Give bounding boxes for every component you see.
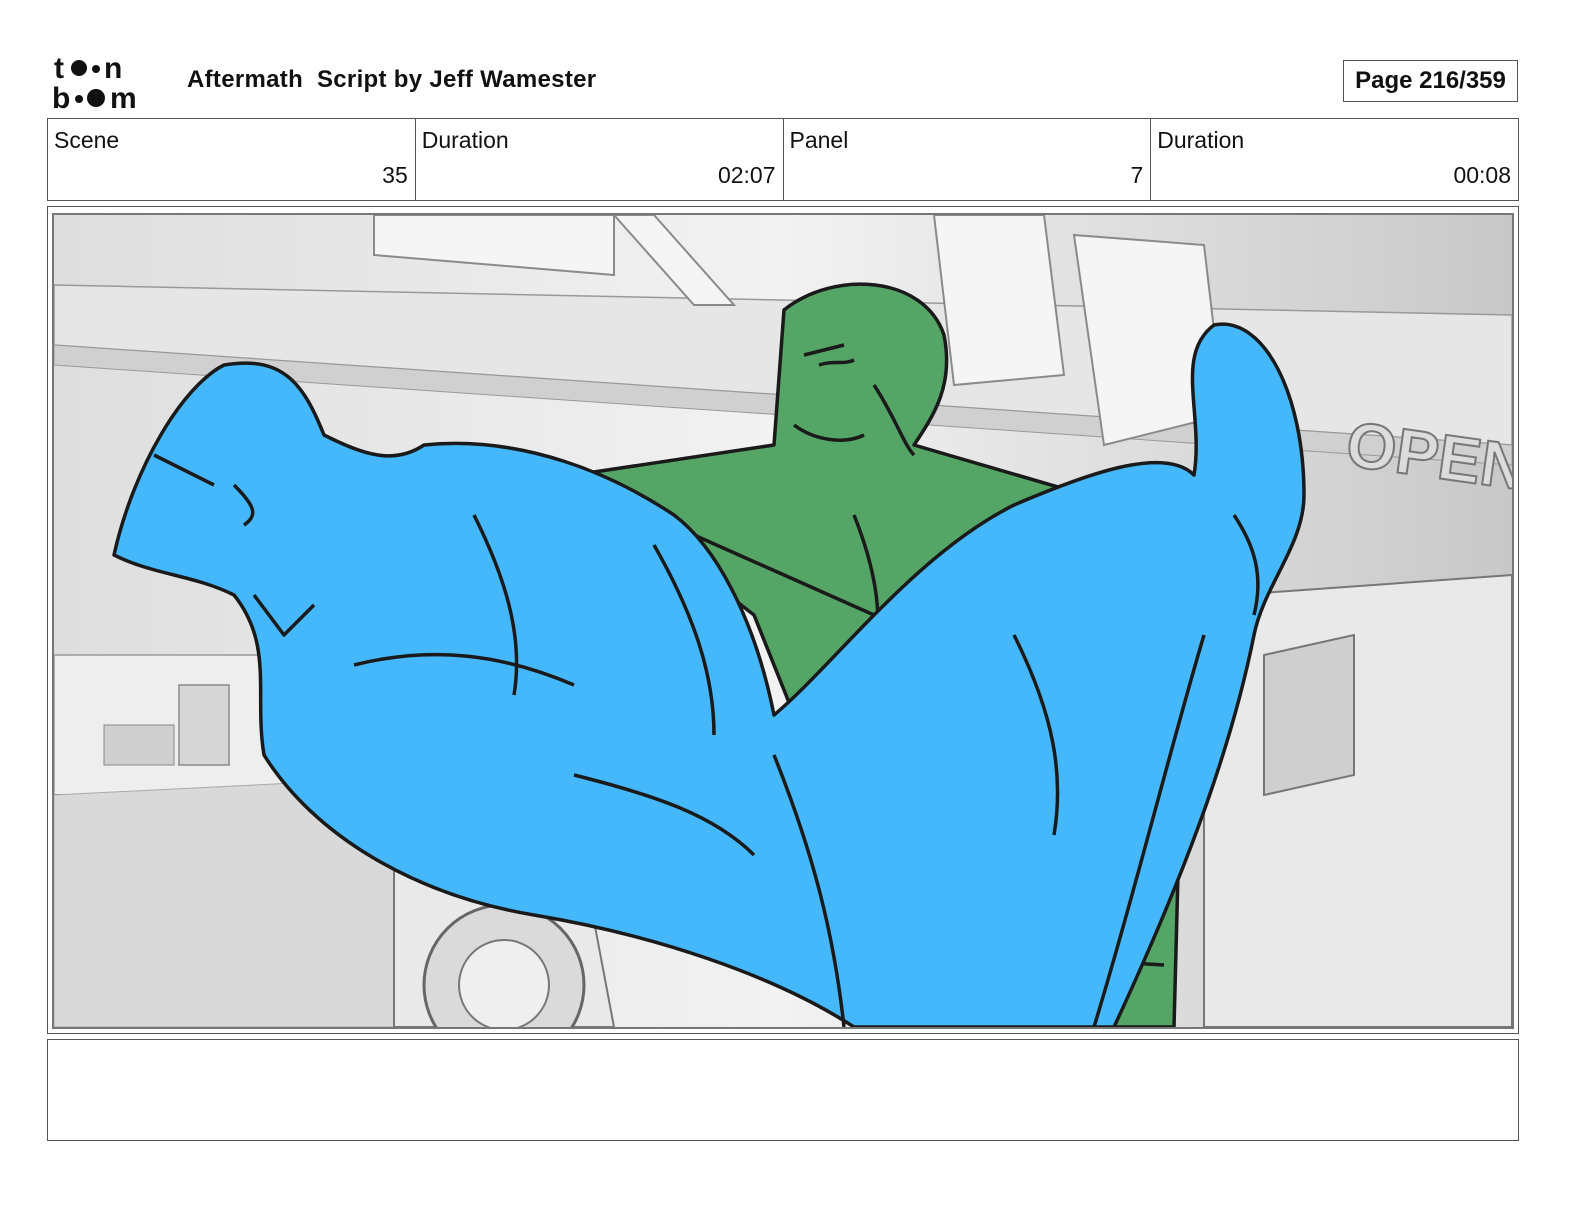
panel-duration-cell: Duration 00:08 (1151, 119, 1518, 200)
panel-notes-box (47, 1039, 1519, 1141)
scene-duration-label: Duration (421, 127, 509, 153)
panel-value: 7 (1130, 162, 1144, 188)
scene-value: 35 (382, 162, 408, 188)
panel-duration-label: Duration (1157, 127, 1245, 153)
panel-cell: Panel 7 (784, 119, 1152, 200)
drink-dispenser (178, 684, 230, 766)
toon-boom-logo: t n b m (52, 52, 137, 112)
page-number: Page 216/359 (1343, 60, 1518, 102)
scene-label: Scene (54, 127, 120, 153)
storyboard-panel-frame: OPEN2 (47, 206, 1519, 1034)
storyboard-title: Aftermath Script by Jeff Wamester (187, 66, 597, 93)
panel-artwork: OPEN2 (54, 215, 1512, 1027)
scene-cell: Scene 35 (48, 119, 416, 200)
scene-info-row: Scene 35 Duration 02:07 Panel 7 Duration… (47, 118, 1519, 201)
svg-text:b: b (52, 82, 70, 112)
scene-duration-cell: Duration 02:07 (416, 119, 784, 200)
storyboard-panel-image: OPEN2 (52, 213, 1514, 1029)
svg-text:n: n (104, 52, 122, 85)
panel-label: Panel (789, 127, 849, 153)
panel-duration-value: 00:08 (1453, 162, 1511, 188)
svg-text:t: t (54, 52, 64, 85)
svg-text:m: m (110, 82, 137, 112)
scene-duration-value: 02:07 (717, 162, 776, 188)
